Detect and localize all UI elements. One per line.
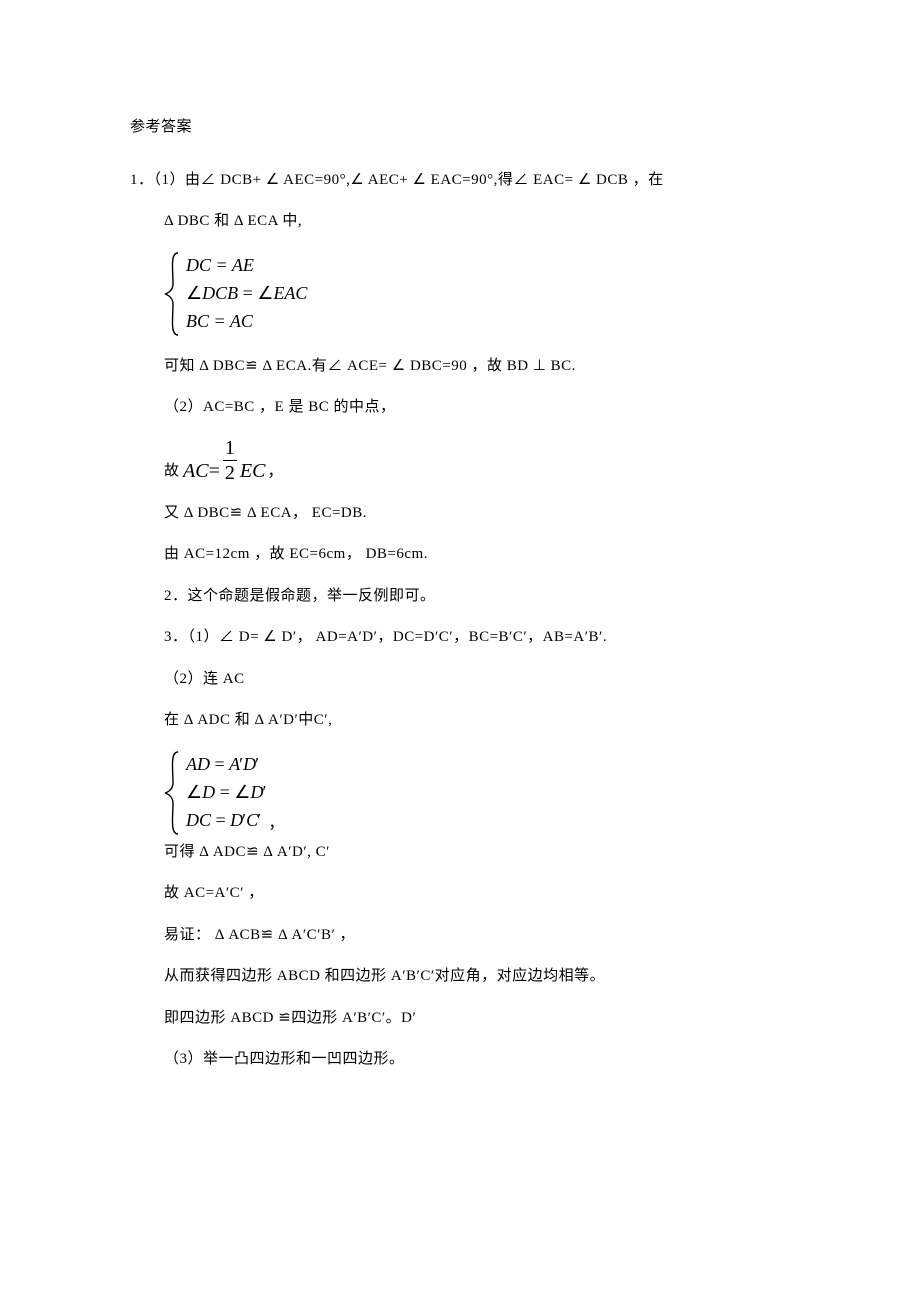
fraction-prefix: 故 <box>164 459 179 483</box>
q2: 2．这个命题是假命题，举一反例即可。 <box>130 585 790 608</box>
q1-case-row3: BC = AC <box>186 308 307 334</box>
q1-case-row2: ∠DCB = ∠EAC <box>186 280 307 306</box>
q3-case-row1: AD = A′D′ <box>186 751 266 777</box>
left-brace-icon <box>164 252 182 336</box>
q3-case-row3: DC = D′C′ <box>186 807 266 833</box>
q3-part1: 3．（1）∠ D= ∠ D′， AD=A′D′，DC=D′C′，BC=B′C′，… <box>130 626 790 649</box>
q3-cases-body: AD = A′D′ ∠D = ∠D′ DC = D′C′ <box>186 751 266 835</box>
q3-cases-tail: ， <box>268 809 284 835</box>
fraction-rhs: EC <box>240 460 266 483</box>
q3-line4: 故 AC=A′C′ ， <box>130 882 790 905</box>
left-brace-icon <box>164 751 182 835</box>
q3-line6: 从而获得四边形 ABCD 和四边形 A′B′C′对应角，对应边均相等。 <box>130 965 790 988</box>
q1-part2-line3: 由 AC=12cm ，故 EC=6cm， DB=6cm. <box>130 543 790 566</box>
q3-line5: 易证： Δ ACB≌ Δ A′C′B′ ， <box>130 924 790 947</box>
q3-part3: （3）举一凸四边形和一凹四边形。 <box>130 1048 790 1071</box>
q3-case-row2: ∠D = ∠D′ <box>186 779 266 805</box>
q1-conclusion1: 可知 Δ DBC≌ Δ ECA.有∠ ACE= ∠ DBC=90 ，故 BD ⊥… <box>130 355 790 378</box>
q3-line3: 可得 Δ ADC≌ Δ A′D′, C′ <box>130 841 790 864</box>
q3-part2-line2: 在 Δ ADC 和 Δ A′D′中C′, <box>130 709 790 732</box>
page: 参考答案 1．（1）由∠ DCB+ ∠ AEC=90°,∠ AEC+ ∠ EAC… <box>0 0 920 1303</box>
q1-part2-line2: 又 Δ DBC≌ Δ ECA， EC=DB. <box>130 502 790 525</box>
q3-part2-line1: （2）连 AC <box>130 668 790 691</box>
fraction-eq: = <box>209 460 220 483</box>
fraction-den: 2 <box>223 463 237 483</box>
q1-fraction-line: 故 AC = 1 2 EC ， <box>130 438 790 483</box>
fraction-lhs: AC <box>183 460 209 483</box>
q1-cases-system: DC = AE ∠DCB = ∠EAC BC = AC <box>130 252 790 336</box>
q1-step1-line1: 1．（1）由∠ DCB+ ∠ AEC=90°,∠ AEC+ ∠ EAC=90°,… <box>130 169 790 192</box>
heading-answers: 参考答案 <box>130 116 790 139</box>
q1-step1-line2: Δ DBC 和 Δ ECA 中, <box>130 210 790 233</box>
fraction-num: 1 <box>223 438 237 458</box>
fraction: 1 2 <box>223 438 237 483</box>
fraction-bar <box>223 460 237 461</box>
q3-cases-system: AD = A′D′ ∠D = ∠D′ DC = D′C′ ， <box>130 751 790 835</box>
fraction-comma: ， <box>267 457 283 483</box>
q1-part2-line1: （2）AC=BC ，E 是 BC 的中点， <box>130 396 790 419</box>
q3-line7: 即四边形 ABCD ≌四边形 A′B′C′。D′ <box>130 1007 790 1030</box>
q1-case-row1: DC = AE <box>186 252 307 278</box>
q1-cases-body: DC = AE ∠DCB = ∠EAC BC = AC <box>186 252 307 336</box>
